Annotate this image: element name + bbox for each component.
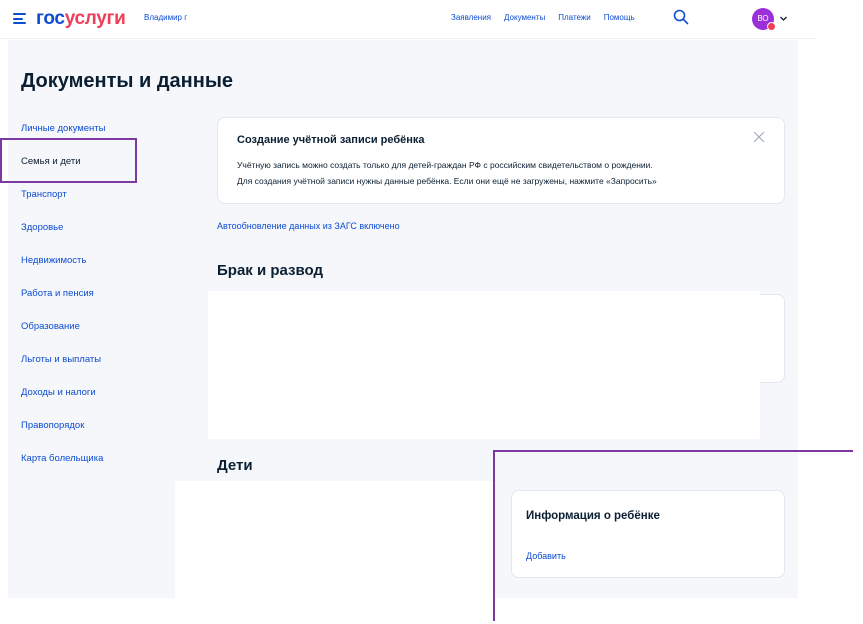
sidebar-item-law-order[interactable]: Правопорядок [21, 420, 84, 431]
info-card-text-line-2: Для создания учётной записи нужны данные… [237, 176, 657, 186]
highlight-line-vertical [493, 450, 495, 621]
search-icon[interactable] [673, 9, 689, 25]
sidebar-item-income-taxes[interactable]: Доходы и налоги [21, 387, 96, 398]
gosuslugi-logo[interactable]: госуслуги [36, 8, 126, 30]
sidebar-item-transport[interactable]: Транспорт [21, 189, 67, 200]
highlight-line-horizontal [493, 450, 853, 452]
sidebar-item-work-pension[interactable]: Работа и пенсия [21, 288, 94, 299]
page-title: Документы и данные [21, 70, 234, 92]
redacted-area-2 [175, 481, 495, 598]
sidebar-item-fan-card[interactable]: Карта болельщика [21, 453, 103, 464]
add-child-link[interactable]: Добавить [526, 551, 566, 561]
logo-part-2: услуги [64, 8, 126, 29]
nav-payments[interactable]: Платежи [558, 13, 590, 22]
redacted-area [208, 291, 760, 439]
notification-dot [767, 22, 776, 31]
close-icon[interactable] [753, 131, 765, 143]
sidebar-item-real-estate[interactable]: Недвижимость [21, 255, 86, 266]
top-header: госуслуги Владимир г Заявления Документы… [0, 0, 816, 39]
nav-help[interactable]: Помощь [604, 13, 635, 22]
sidebar-item-health[interactable]: Здоровье [21, 222, 63, 233]
marriage-section-title: Брак и развод [217, 262, 324, 279]
nav-documents[interactable]: Документы [504, 13, 545, 22]
nav-applications[interactable]: Заявления [451, 13, 491, 22]
zags-autoupdate-link[interactable]: Автообновление данных из ЗАГС включено [217, 221, 400, 231]
highlight-box [0, 138, 137, 183]
sidebar-item-personal-documents[interactable]: Личные документы [21, 123, 105, 134]
info-card-text-line-1: Учётную запись можно создать только для … [237, 160, 653, 170]
child-info-card [511, 490, 785, 578]
user-name-link[interactable]: Владимир г [144, 13, 187, 22]
top-nav: Заявления Документы Платежи Помощь [451, 13, 635, 22]
sidebar-item-benefits[interactable]: Льготы и выплаты [21, 354, 101, 365]
logo-part-1: гос [36, 8, 65, 29]
sidebar-item-education[interactable]: Образование [21, 321, 80, 332]
chevron-down-icon[interactable] [779, 14, 788, 23]
child-info-title: Информация о ребёнке [526, 510, 660, 522]
menu-icon[interactable] [13, 13, 26, 24]
info-card-title: Создание учётной записи ребёнка [237, 134, 425, 146]
children-section-title: Дети [217, 457, 253, 474]
